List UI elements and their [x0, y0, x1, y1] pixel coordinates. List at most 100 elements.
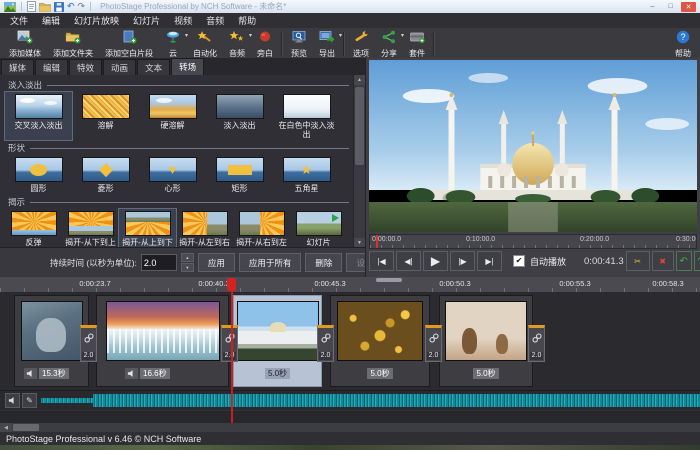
scrollbar-thumb[interactable]	[13, 424, 39, 431]
options-button[interactable]: 选项	[347, 29, 375, 59]
audio-waveform[interactable]	[41, 393, 700, 408]
step-back-button[interactable]: ◀|	[396, 251, 421, 271]
transition-item-reveal-bottom-top[interactable]: 揭开-从下到上	[62, 209, 119, 248]
transition-item-fade-white[interactable]: 在白色中淡入淡出	[273, 92, 340, 140]
menu-edit[interactable]: 编辑	[35, 13, 67, 28]
tab-text[interactable]: 文本	[137, 59, 170, 76]
timeline-playhead-line[interactable]	[231, 279, 233, 423]
transition-item-reveal-top-bottom[interactable]: 揭开-从上到下	[119, 209, 176, 248]
new-project-icon[interactable]	[27, 1, 36, 12]
add-folder-button[interactable]: 添加文件夹	[47, 29, 99, 59]
step-forward-button[interactable]: |▶	[450, 251, 475, 271]
transition-list-scrollbar[interactable]: ▲ ▼	[353, 75, 365, 248]
transition-item-heart[interactable]: ♥ 心形	[139, 155, 206, 194]
transition-item-diamond[interactable]: 菱形	[72, 155, 139, 194]
delete-clip-button[interactable]: ✖	[652, 251, 674, 271]
menu-video[interactable]: 视频	[167, 13, 199, 28]
scroll-left-icon[interactable]: ◀	[0, 423, 12, 432]
clip-duration: 5.0秒	[473, 368, 498, 379]
timeline-playhead-handle[interactable]	[227, 278, 236, 291]
transition-badge[interactable]: 2.0	[317, 325, 334, 362]
audio-edit-icon[interactable]: ✎	[22, 393, 37, 408]
splitter-handle[interactable]	[376, 278, 402, 282]
tab-animation[interactable]: 动画	[103, 59, 136, 76]
go-to-end-button[interactable]: ▶|	[477, 251, 502, 271]
export-button[interactable]: ▾ 导出	[313, 29, 341, 59]
audio-button[interactable]: ▾ 音频	[223, 29, 251, 59]
spin-down-icon[interactable]: ▼	[181, 263, 194, 272]
tab-effects[interactable]: 特效	[69, 59, 102, 76]
preview-seek-ruler[interactable]: 0:00:00.0 0:10:00.0 0:20:00.0 0:30:00.0	[369, 234, 697, 249]
menu-file[interactable]: 文件	[3, 13, 35, 28]
add-blank-clip-button[interactable]: 添加空白片段	[99, 29, 159, 59]
transition-badge[interactable]: 2.0	[221, 325, 238, 362]
transition-badge[interactable]: 2.0	[80, 325, 97, 362]
tab-transitions[interactable]: 转场	[171, 58, 204, 76]
menu-help[interactable]: 帮助	[231, 13, 263, 28]
photostage-window: ↶ ↷ PhotoStage Professional by NCH Softw…	[0, 0, 700, 450]
delete-transition-button[interactable]: 删除	[305, 253, 342, 272]
transition-item-slide[interactable]: 幻灯片	[290, 209, 347, 248]
transition-item-star[interactable]: ★ 五角星	[273, 155, 340, 194]
add-media-button[interactable]: 添加媒体	[3, 29, 47, 59]
timeline-ruler[interactable]: 0:00:23.7 0:00:40.3 0:00:45.3 0:00:50.3 …	[0, 277, 700, 293]
menu-slideshow[interactable]: 幻灯片放映	[67, 13, 126, 28]
timeline-clip-5[interactable]: 5.0秒	[439, 295, 533, 387]
transition-item-dissolve[interactable]: 溶解	[72, 92, 139, 140]
transition-item-bounce[interactable]: 反弹	[5, 209, 62, 248]
menu-audio[interactable]: 音频	[199, 13, 231, 28]
audio-mute-icon[interactable]	[5, 393, 20, 408]
timeline-clip-4[interactable]: 5.0秒	[330, 295, 430, 387]
redo-icon[interactable]: ↷	[78, 2, 86, 11]
left-panel: 媒体 编辑 特效 动画 文本 转场 淡入淡出 交叉淡入淡出 溶解	[0, 58, 365, 277]
transition-item-reveal-right-left[interactable]: 揭开-从右到左	[233, 209, 290, 248]
maximize-button[interactable]: □	[663, 2, 678, 12]
duration-input[interactable]	[141, 254, 177, 271]
go-to-start-button[interactable]: |◀	[369, 251, 394, 271]
close-button[interactable]: ✕	[681, 2, 696, 12]
open-project-icon[interactable]	[39, 2, 51, 12]
transition-item-rectangle[interactable]: 矩形	[206, 155, 273, 194]
share-button[interactable]: ▾ 分享	[375, 29, 403, 59]
menu-slide[interactable]: 幻灯片	[126, 13, 167, 28]
scroll-up-icon[interactable]: ▲	[354, 75, 365, 85]
toolbar-separator	[433, 32, 435, 56]
tab-edit[interactable]: 编辑	[35, 59, 68, 76]
clip-duration: 16.6秒	[140, 368, 170, 379]
apply-button[interactable]: 应用	[198, 253, 235, 272]
cloud-button[interactable]: ▾ 云	[159, 29, 187, 59]
help-button[interactable]: ? 帮助	[669, 29, 697, 59]
preview-ruler-label: 0:30:00.0	[676, 236, 697, 243]
timeline-clip-2[interactable]: 16.6秒	[96, 295, 229, 387]
scrollbar-thumb[interactable]	[355, 87, 364, 165]
timeline-clip-3-selected[interactable]: 5.0秒	[233, 295, 322, 387]
undo-icon[interactable]: ↶	[67, 2, 75, 11]
redo-button[interactable]: ↷	[694, 251, 700, 271]
transition-item-fade[interactable]: 淡入淡出	[206, 92, 273, 140]
timeline-scrollbar[interactable]: ◀	[0, 423, 700, 432]
save-project-icon[interactable]	[54, 2, 64, 12]
split-clip-button[interactable]: ✂	[626, 251, 650, 271]
minimize-button[interactable]: –	[645, 2, 660, 12]
spin-up-icon[interactable]: ▲	[181, 253, 194, 262]
tab-media[interactable]: 媒体	[1, 59, 34, 76]
preview-video-area[interactable]	[369, 60, 697, 232]
transition-badge[interactable]: 2.0	[425, 325, 442, 362]
apply-all-button[interactable]: 应用于所有	[239, 253, 302, 272]
preview-button[interactable]: 预览	[285, 29, 313, 59]
autoplay-checkbox[interactable]: ✔	[513, 255, 525, 267]
timeline-clip-1[interactable]: 15.3秒	[14, 295, 89, 387]
divider	[90, 2, 91, 11]
suite-button[interactable]: 套件	[403, 29, 431, 59]
narration-button[interactable]: 旁白	[251, 29, 279, 59]
preview-playhead[interactable]	[376, 235, 378, 248]
transition-item-reveal-left-right[interactable]: 揭开-从左到右	[176, 209, 233, 248]
play-button[interactable]: ▶	[423, 251, 448, 271]
transition-item-hard-dissolve[interactable]: 硬溶解	[139, 92, 206, 140]
undo-button[interactable]: ↶	[676, 251, 692, 271]
transition-badge[interactable]: 2.0	[528, 325, 545, 362]
transition-item-circle[interactable]: 圆形	[5, 155, 72, 194]
automation-button[interactable]: 自动化	[187, 29, 223, 59]
transition-item-crossfade[interactable]: 交叉淡入淡出	[5, 92, 72, 140]
status-bar: PhotoStage Professional v 6.46 © NCH Sof…	[0, 432, 700, 445]
